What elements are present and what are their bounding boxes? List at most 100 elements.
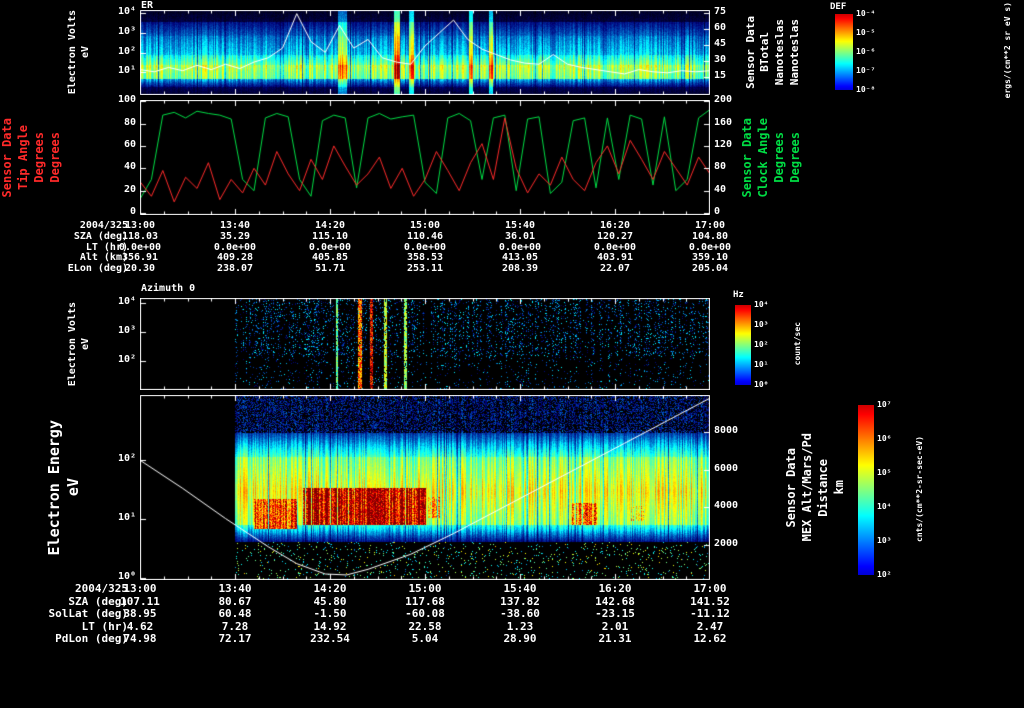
ephem-bottom-cell: 13:00	[123, 582, 157, 595]
ephem-top-cell: 0.0e+00	[498, 241, 542, 253]
ephem-top-row-label: ELon (deg)	[67, 263, 128, 275]
clock-angle-label-line1: Sensor Data	[740, 117, 755, 198]
ephem-top-cell: 0.0e+00	[213, 241, 257, 253]
ephem-top-cell: 403.91	[596, 252, 634, 264]
er-bfield-tick-label: 60	[714, 21, 727, 33]
ephem-top-cell: 14:20	[314, 220, 346, 231]
ephem-top-cell: 104.80	[691, 230, 729, 242]
ephem-top-cell: 35.29	[219, 230, 251, 242]
main-right-label-line2: MEX Alt/Mars/Pd	[800, 433, 815, 542]
main-colorbar-units-label: cnts/(cm**2-sr-sec-eV)	[912, 400, 928, 578]
ephem-top-cell: 0.0e+00	[308, 241, 352, 253]
ephem-bottom-cell: -38.60	[500, 607, 540, 621]
azimuth-colorbar-units-text: count/sec	[793, 322, 803, 366]
er-right-label-line1: Sensor Data	[743, 15, 757, 89]
azimuth-colorbar-units-label: count/sec	[790, 298, 806, 390]
clock-angle-label-line3: Degrees	[772, 132, 786, 183]
er-colorbar	[835, 14, 853, 90]
ephem-bottom-cell: 60.48	[218, 607, 252, 621]
ephem-bottom-cell: 232.54	[310, 632, 350, 646]
ephem-top-cell: 0.0e+00	[118, 241, 162, 253]
altitude-tick-label: 4000	[714, 500, 739, 512]
er-bfield-tick-label: 30	[714, 54, 727, 65]
ephem-bottom-cell: 2.47	[696, 619, 724, 633]
ephem-top-cell: 13:40	[219, 220, 251, 231]
ephem-bottom-cell: 13:40	[218, 582, 252, 595]
altitude-tick-label: 2000	[714, 537, 739, 549]
clock-angle-axis-label: Sensor Data Clock Angle Degrees Degrees	[740, 100, 804, 215]
ephem-bottom-cell: 117.68	[405, 594, 445, 608]
ephem-top-cell: 20.30	[124, 263, 156, 275]
ephem-bottom-cell: 28.90	[503, 632, 537, 646]
clock-angle-tick-label: 120	[714, 139, 733, 150]
main-colorbar-tick-label: 10⁵	[877, 468, 892, 477]
ephem-bottom-cell: 21.31	[598, 632, 632, 646]
ephem-top-cell: 208.39	[501, 263, 539, 275]
tip-angle-tick-label: 100	[117, 94, 136, 106]
ephem-top-cell: 120.27	[596, 230, 634, 242]
er-colorbar-units-text: ergs/(cm**2 sr eV s)	[1003, 1, 1013, 99]
main-yaxis-label-line1: Electron Energy	[44, 419, 63, 556]
ephem-bottom-row-label: SZA (deg)	[68, 594, 128, 608]
er-colorbar-tick-label: 10⁻⁸	[856, 85, 876, 94]
ephem-bottom-cell: -23.15	[595, 607, 635, 621]
clock-angle-tick-label: 160	[714, 116, 733, 128]
tip-angle-tick-label: 60	[123, 139, 136, 150]
ephem-bottom-cell: 7.28	[221, 619, 249, 633]
main-yaxis-label: Electron Energy eV	[44, 395, 84, 580]
ephem-bottom-cell: -11.12	[690, 607, 730, 621]
altitude-tick-label: 6000	[714, 462, 739, 474]
main-energy-tick-label: 10⁰	[117, 571, 136, 583]
azimuth-colorbar-tick-label: 10³	[754, 320, 769, 329]
ephem-top-cell: 0.0e+00	[593, 241, 637, 253]
azimuth-colorbar-tick-label: 10⁰	[754, 380, 769, 389]
er-right-label-line3: Nanoteslas	[773, 18, 786, 86]
azimuth-energy-tick-label: 10³	[117, 325, 136, 337]
ephem-bottom-cell: 16:20	[598, 582, 632, 595]
clock-angle-tick-label: 80	[714, 161, 727, 173]
ephem-top-cell: 16:20	[599, 220, 631, 231]
er-energy-tick-label: 10²	[117, 45, 136, 57]
tip-angle-label-line3: Degrees	[32, 132, 46, 183]
tip-angle-label-line4: Degrees	[47, 132, 62, 183]
er-right-axis-label: Sensor Data BTotal Nanoteslas Nanoteslas	[744, 2, 802, 102]
tip-angle-tick-label: 20	[123, 183, 136, 195]
er-colorbar-tick-label: 10⁻⁷	[856, 66, 876, 75]
er-energy-tick-label: 10⁴	[117, 6, 136, 18]
main-colorbar-tick-label: 10²	[877, 570, 892, 579]
er-bfield-tick-label: 75	[714, 5, 727, 17]
er-yaxis-label-line1: Electron Volts	[66, 10, 78, 95]
azimuth-yaxis-label: Electron Volts eV	[62, 298, 96, 390]
tip-angle-axis-label: Sensor Data Tip Angle Degrees Degrees	[0, 100, 62, 215]
ephem-bottom-cell: 2.01	[601, 619, 629, 633]
er-colorbar-tick-label: 10⁻⁵	[856, 28, 876, 37]
ephem-top-cell: 409.28	[216, 252, 254, 264]
ephem-top-cell: 359.10	[691, 252, 729, 264]
azimuth-colorbar	[735, 305, 751, 385]
ephem-top-cell: 205.04	[691, 263, 729, 275]
ephem-bottom-cell: 12.62	[693, 632, 727, 646]
azimuth-yaxis-label-line2: eV	[80, 337, 91, 351]
ephem-top-cell: 238.07	[216, 263, 254, 275]
clock-angle-tick-label: 40	[714, 183, 727, 195]
ephem-bottom-cell: 142.68	[595, 594, 635, 608]
main-colorbar-tick-label: 10⁴	[877, 502, 892, 511]
azimuth-spectrogram-canvas	[140, 298, 710, 390]
tip-angle-tick-label: 80	[123, 116, 136, 128]
er-right-label-line2: BTotal	[758, 32, 772, 72]
tip-angle-label-line2: Tip Angle	[16, 124, 31, 191]
ephem-bottom-cell: 38.95	[123, 607, 157, 621]
clock-angle-label-line4: Degrees	[787, 132, 802, 183]
ephem-bottom-row-label: LT (hr)	[81, 619, 128, 633]
ephem-top-cell: 36.01	[504, 230, 536, 242]
ephem-top-cell: 405.85	[311, 252, 349, 264]
ephem-bottom-cell: 15:40	[503, 582, 537, 595]
ephem-top-cell: 15:00	[409, 220, 441, 231]
ephem-bottom-row-label: SolLat (deg)	[48, 607, 128, 621]
ephem-bottom-cell: 74.98	[123, 632, 157, 646]
main-colorbar-tick-label: 10⁷	[877, 400, 892, 409]
main-yaxis-label-line2: eV	[64, 478, 82, 497]
ephem-bottom-cell: 107.11	[120, 594, 160, 608]
ephem-bottom-cell: 14.92	[313, 619, 347, 633]
ephem-top-cell: 17:00	[694, 220, 726, 231]
